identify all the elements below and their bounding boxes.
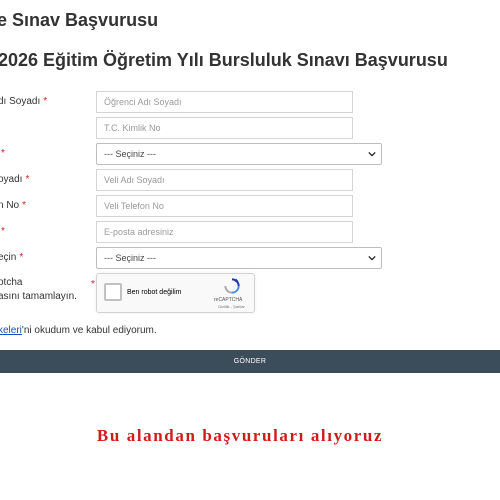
required-marker: * bbox=[43, 96, 48, 107]
select-1-dropdown[interactable]: --- Seçiniz --- bbox=[96, 143, 382, 165]
student-name-input[interactable] bbox=[96, 91, 353, 113]
student-name-label: dı Soyadı * bbox=[0, 96, 48, 107]
recaptcha-terms: Gizlilik - Şartlar bbox=[218, 304, 245, 309]
required-marker: * bbox=[1, 148, 5, 159]
required-marker: * bbox=[19, 252, 24, 263]
captcha-required-marker: * bbox=[91, 279, 95, 290]
chevron-down-icon bbox=[368, 255, 376, 261]
select-2-value: --- Seçiniz --- bbox=[104, 253, 156, 263]
required-marker: * bbox=[25, 174, 30, 185]
select-2-dropdown[interactable]: --- Seçiniz --- bbox=[96, 247, 382, 269]
chevron-down-icon bbox=[368, 151, 376, 157]
recaptcha-checkbox-label: Ben robot değilim bbox=[127, 289, 182, 296]
select-2-label: eçin * bbox=[0, 252, 24, 263]
recaptcha-logo-icon bbox=[224, 278, 240, 294]
select-1-label: * bbox=[0, 148, 5, 159]
terms-link[interactable]: keleri bbox=[0, 325, 22, 336]
email-label: * bbox=[0, 226, 5, 237]
required-marker: * bbox=[22, 200, 27, 211]
parent-phone-input[interactable] bbox=[96, 195, 353, 217]
recaptcha-checkbox[interactable] bbox=[104, 283, 122, 301]
recaptcha-brand: reCAPTCHA bbox=[214, 297, 243, 303]
submit-button[interactable]: GÖNDER bbox=[0, 350, 500, 373]
recaptcha-widget: Ben robot değilim reCAPTCHA Gizlilik - Ş… bbox=[96, 273, 255, 313]
captcha-label: otcha asını tamamlayın. bbox=[0, 277, 77, 302]
parent-phone-label: n No * bbox=[0, 200, 27, 211]
terms-consent-text: 'ni okudum ve kabul ediyorum. bbox=[21, 325, 157, 336]
terms-consent: keleri'ni okudum ve kabul ediyorum. bbox=[0, 325, 157, 336]
required-marker: * bbox=[1, 226, 5, 237]
tc-no-input[interactable] bbox=[96, 117, 353, 139]
select-1-value: --- Seçiniz --- bbox=[104, 149, 156, 159]
section-title: 2026 Eğitim Öğretim Yılı Bursluluk Sınav… bbox=[0, 50, 448, 70]
notice-text: Bu alandan başvuruları alıyoruz bbox=[96, 426, 384, 445]
parent-name-input[interactable] bbox=[96, 169, 353, 191]
parent-name-label: oyadı * bbox=[0, 174, 30, 185]
email-input[interactable] bbox=[96, 221, 353, 243]
page-title: e Sınav Başvurusu bbox=[0, 10, 159, 30]
